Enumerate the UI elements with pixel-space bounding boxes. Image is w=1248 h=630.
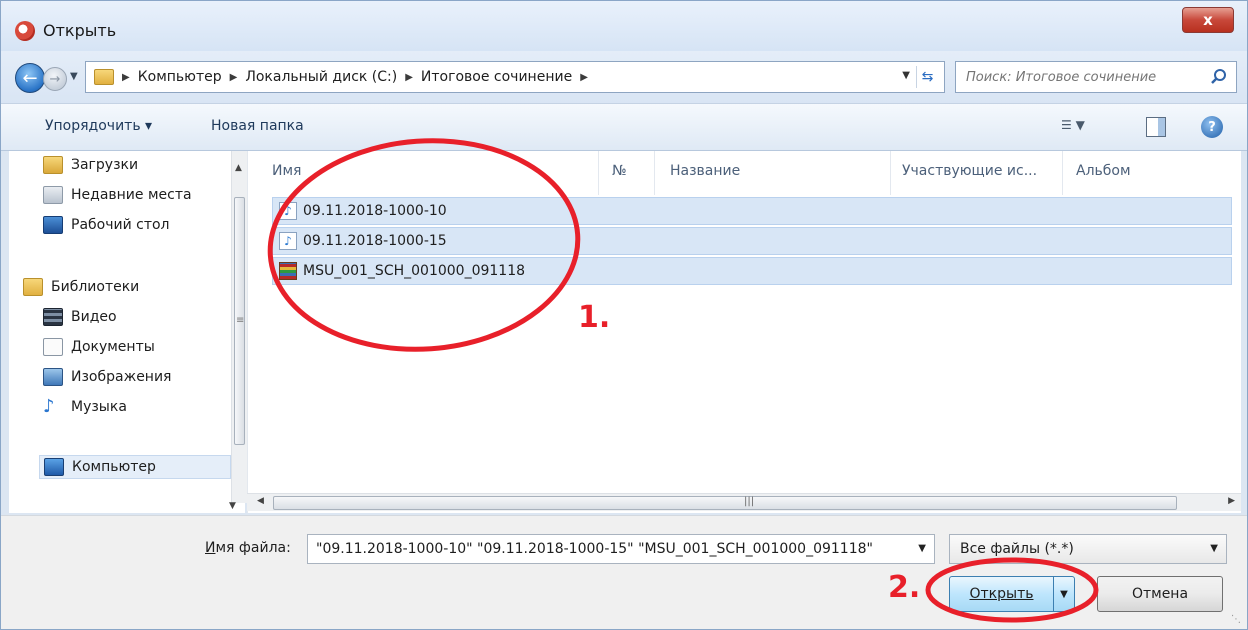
annotation-circle-files	[267, 138, 581, 352]
annotation-overlay	[267, 138, 1099, 623]
annotation-step-2: 2.	[888, 570, 921, 605]
annotation-step-1: 1.	[578, 300, 611, 335]
annotation-circle-open	[925, 557, 1099, 623]
